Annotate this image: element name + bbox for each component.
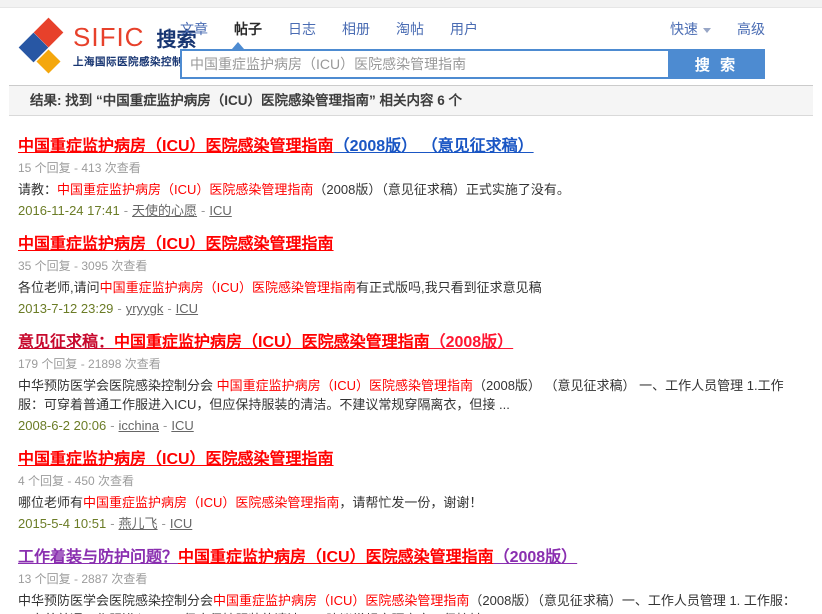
result-snippet: 请教：中国重症监护病房（ICU）医院感染管理指南（2008版）（意见征求稿）正式… (18, 180, 804, 199)
search-result-item: 意见征求稿：中国重症监护病房（ICU）医院感染管理指南（2008版） 179 个… (18, 332, 804, 435)
result-snippet: 中华预防医学会医院感染控制分会中国重症监护病房（ICU）医院感染管理指南（200… (18, 591, 804, 614)
header-right: 文章 帖子 日志 相册 淘帖 用户 快速 高级 搜 索 (180, 18, 765, 79)
result-title-link[interactable]: 意见征求稿：中国重症监护病房（ICU）医院感染管理指南（2008版） (18, 332, 513, 353)
result-meta: 4 个回复 - 450 次查看 (18, 474, 804, 489)
result-title-segment: （2008版） （意见征求稿） (334, 138, 534, 155)
result-footer: 2016-11-24 17:41-天使的心愿-ICU (18, 202, 804, 220)
snippet-segment: 中国重症监护病房（ICU）医院感染管理指南 (217, 378, 473, 393)
result-forum-link[interactable]: ICU (209, 203, 231, 218)
separator: - (167, 301, 171, 316)
snippet-segment: 哪位老师有 (18, 495, 83, 510)
snippet-segment: ，请帮忙发一份，谢谢！ (339, 495, 482, 510)
separator: - (163, 418, 167, 433)
result-title-segment: 中国重症监护病房（ICU）医院感染管理指南 (18, 236, 334, 253)
result-title-segment: 中国重症监护病房（ICU）医院感染管理指南 (18, 138, 334, 155)
result-footer: 2008-6-2 20:06-icchina-ICU (18, 417, 804, 435)
quick-search-label: 快速 (670, 19, 698, 39)
result-title-segment: （2008版） (494, 549, 578, 566)
result-date: 2015-5-4 10:51 (18, 516, 106, 531)
snippet-segment: 中华预防医学会医院感染控制分会 (18, 378, 217, 393)
top-strip (0, 0, 822, 8)
separator: - (162, 516, 166, 531)
result-meta: 13 个回复 - 2887 次查看 (18, 572, 804, 587)
result-forum-link[interactable]: ICU (176, 301, 198, 316)
result-count-bar: 结果: 找到 “中国重症监护病房（ICU）医院感染管理指南” 相关内容 6 个 (9, 85, 813, 116)
result-title-segment: 中国重症监护病房（ICU）医院感染管理指南 (178, 549, 494, 566)
separator: - (110, 418, 114, 433)
result-author-link[interactable]: 燕儿飞 (119, 516, 158, 531)
snippet-segment: （2008版）（意见征求稿）正式实施了没有。 (313, 182, 569, 197)
search-result-item: 工作着装与防护问题？中国重症监护病房（ICU）医院感染管理指南（2008版） 1… (18, 547, 804, 614)
nav-tab[interactable]: 用户 (450, 19, 478, 39)
result-meta: 15 个回复 - 413 次查看 (18, 161, 804, 176)
result-author-link[interactable]: yryygk (126, 301, 164, 316)
results-list: 中国重症监护病房（ICU）医院感染管理指南（2008版） （意见征求稿） 15 … (0, 116, 822, 614)
result-title-segment: （2008版） (430, 334, 514, 351)
result-author-link[interactable]: 天使的心愿 (132, 203, 197, 218)
search-result-item: 中国重症监护病房（ICU）医院感染管理指南 35 个回复 - 3095 次查看 … (18, 234, 804, 318)
nav-tab[interactable]: 日志 (288, 19, 316, 39)
result-title-link[interactable]: 中国重症监护病房（ICU）医院感染管理指南 (18, 234, 334, 255)
result-author-link[interactable]: icchina (119, 418, 159, 433)
sific-logo[interactable]: SIFIC 搜索 上海国际医院感染控制论坛 (16, 20, 205, 72)
logo-diamonds-icon (16, 20, 68, 72)
separator: - (201, 203, 205, 218)
result-title-segment: 意见征求稿： (18, 334, 114, 351)
snippet-segment: 各位老师,请问 (18, 280, 100, 295)
snippet-segment: 中华预防医学会医院感染控制分会 (18, 593, 213, 608)
advanced-search-link[interactable]: 高级 (737, 19, 765, 39)
result-forum-link[interactable]: ICU (170, 516, 192, 531)
logo-sific-label: SIFIC (73, 23, 144, 51)
result-forum-link[interactable]: ICU (171, 418, 193, 433)
separator: - (110, 516, 114, 531)
result-title-link[interactable]: 中国重症监护病房（ICU）医院感染管理指南 (18, 449, 334, 470)
result-title-link[interactable]: 中国重症监护病房（ICU）医院感染管理指南（2008版） （意见征求稿） (18, 136, 534, 157)
result-date: 2013-7-12 23:29 (18, 301, 113, 316)
result-snippet: 中华预防医学会医院感染控制分会 中国重症监护病房（ICU）医院感染管理指南（20… (18, 376, 804, 414)
result-title-segment: 工作着装与防护问题？ (18, 549, 178, 566)
result-date: 2008-6-2 20:06 (18, 418, 106, 433)
chevron-down-icon (703, 28, 711, 33)
result-title-segment: 中国重症监护病房（ICU）医院感染管理指南 (18, 451, 334, 468)
nav-tabs: 文章 帖子 日志 相册 淘帖 用户 快速 高级 (180, 18, 765, 40)
snippet-segment: 中国重症监护病房（ICU）医院感染管理指南 (83, 495, 339, 510)
result-title-link[interactable]: 工作着装与防护问题？中国重症监护病房（ICU）医院感染管理指南（2008版） (18, 547, 577, 568)
nav-tab-active[interactable]: 帖子 (234, 19, 262, 39)
quick-search-dropdown[interactable]: 快速 (670, 19, 711, 39)
result-footer: 2013-7-12 23:29-yryygk-ICU (18, 300, 804, 318)
header: SIFIC 搜索 上海国际医院感染控制论坛 文章 帖子 日志 相册 淘帖 用户 快速 高级… (0, 8, 822, 85)
result-title-segment: 中国重症监护病房（ICU）医院感染管理指南 (114, 334, 430, 351)
result-meta: 179 个回复 - 21898 次查看 (18, 357, 804, 372)
nav-right-links: 快速 高级 (670, 19, 765, 39)
snippet-segment: 有正式版吗,我只看到征求意见稿 (356, 280, 542, 295)
separator: - (124, 203, 128, 218)
result-snippet: 各位老师,请问中国重症监护病房（ICU）医院感染管理指南有正式版吗,我只看到征求… (18, 278, 804, 297)
search-input[interactable] (180, 49, 668, 79)
result-date: 2016-11-24 17:41 (18, 203, 120, 218)
nav-tab[interactable]: 文章 (180, 19, 208, 39)
result-snippet: 哪位老师有中国重症监护病房（ICU）医院感染管理指南，请帮忙发一份，谢谢！ (18, 493, 804, 512)
separator: - (117, 301, 121, 316)
nav-tab[interactable]: 淘帖 (396, 19, 424, 39)
search-button[interactable]: 搜 索 (668, 49, 765, 79)
active-tab-pointer-icon (232, 42, 244, 49)
snippet-segment: 请教： (18, 182, 57, 197)
result-footer: 2015-5-4 10:51-燕儿飞-ICU (18, 515, 804, 533)
nav-tab[interactable]: 相册 (342, 19, 370, 39)
result-meta: 35 个回复 - 3095 次查看 (18, 259, 804, 274)
snippet-segment: 中国重症监护病房（ICU）医院感染管理指南 (100, 280, 356, 295)
search-bar: 搜 索 (180, 49, 765, 79)
search-result-item: 中国重症监护病房（ICU）医院感染管理指南（2008版） （意见征求稿） 15 … (18, 136, 804, 220)
snippet-segment: 中国重症监护病房（ICU）医院感染管理指南 (57, 182, 313, 197)
search-result-item: 中国重症监护病房（ICU）医院感染管理指南 4 个回复 - 450 次查看 哪位… (18, 449, 804, 533)
snippet-segment: 中国重症监护病房（ICU）医院感染管理指南 (213, 593, 469, 608)
